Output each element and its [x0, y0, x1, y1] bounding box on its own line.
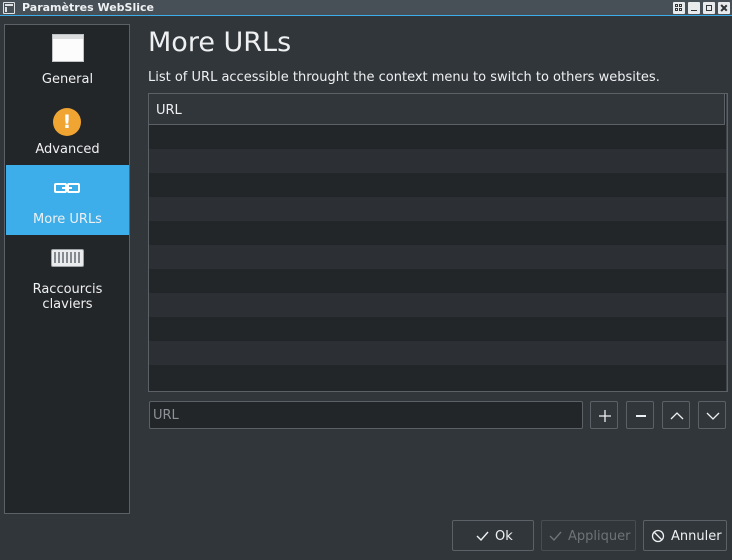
page-description: List of URL accessible throught the cont…	[148, 70, 660, 85]
table-row[interactable]	[149, 149, 727, 173]
cancel-button[interactable]: Annuler	[643, 520, 727, 551]
minimize-icon[interactable]	[688, 2, 700, 14]
sidebar-item-label: General	[41, 72, 94, 87]
maximize-icon[interactable]	[703, 2, 715, 14]
url-input[interactable]	[149, 401, 583, 429]
apply-button[interactable]: Appliquer	[541, 520, 636, 551]
app-menu-icon[interactable]	[3, 2, 15, 14]
ok-button[interactable]: Ok	[452, 520, 534, 551]
cancel-icon	[651, 529, 665, 543]
table-row[interactable]	[149, 317, 727, 341]
sidebar-item-general[interactable]: General	[6, 25, 129, 95]
window-controls	[673, 2, 730, 14]
close-icon[interactable]	[718, 2, 730, 14]
sidebar: General ! Advanced More URLs Raccourcis …	[4, 24, 130, 514]
remove-url-button[interactable]	[626, 401, 654, 429]
sidebar-item-more-urls[interactable]: More URLs	[6, 165, 129, 235]
sidebar-item-label: Raccourcis claviers	[32, 282, 103, 312]
ok-button-label: Ok	[495, 529, 513, 544]
table-row[interactable]	[149, 221, 727, 245]
check-icon	[476, 531, 489, 542]
sidebar-item-label: Advanced	[35, 142, 100, 157]
table-row[interactable]	[149, 173, 727, 197]
sidebar-item-shortcuts[interactable]: Raccourcis claviers	[6, 235, 129, 312]
table-row[interactable]	[149, 365, 727, 389]
move-down-button[interactable]	[698, 401, 726, 429]
table-row[interactable]	[149, 269, 727, 293]
sidebar-item-label: More URLs	[33, 212, 102, 227]
chevron-up-icon	[670, 412, 684, 420]
title-bar[interactable]: Paramètres WebSlice	[0, 0, 732, 16]
check-icon	[549, 531, 562, 542]
table-row[interactable]	[149, 125, 727, 149]
window-icon	[52, 34, 84, 62]
table-row[interactable]	[149, 197, 727, 221]
table-row[interactable]	[149, 245, 727, 269]
warning-icon: !	[53, 108, 81, 136]
cancel-button-label: Annuler	[671, 529, 722, 544]
plus-icon	[599, 410, 611, 422]
page-title: More URLs	[148, 27, 292, 58]
minus-icon	[636, 415, 646, 417]
settings-window: Paramètres WebSlice General ! Advanced M…	[0, 0, 732, 560]
table-row[interactable]	[149, 341, 727, 365]
add-url-button[interactable]	[590, 401, 618, 429]
column-header-url[interactable]: URL	[156, 103, 182, 118]
move-up-button[interactable]	[662, 401, 690, 429]
table-header[interactable]: URL	[149, 94, 725, 125]
table-row[interactable]	[149, 293, 727, 317]
keyboard-icon	[51, 249, 84, 267]
sidebar-item-advanced[interactable]: ! Advanced	[6, 95, 129, 165]
window-title: Paramètres WebSlice	[22, 1, 154, 14]
link-icon	[53, 182, 81, 196]
keep-above-icon[interactable]	[673, 2, 685, 14]
apply-button-label: Appliquer	[568, 529, 631, 544]
column-divider	[726, 94, 727, 391]
url-table[interactable]: URL	[148, 93, 728, 392]
chevron-down-icon	[706, 412, 720, 420]
